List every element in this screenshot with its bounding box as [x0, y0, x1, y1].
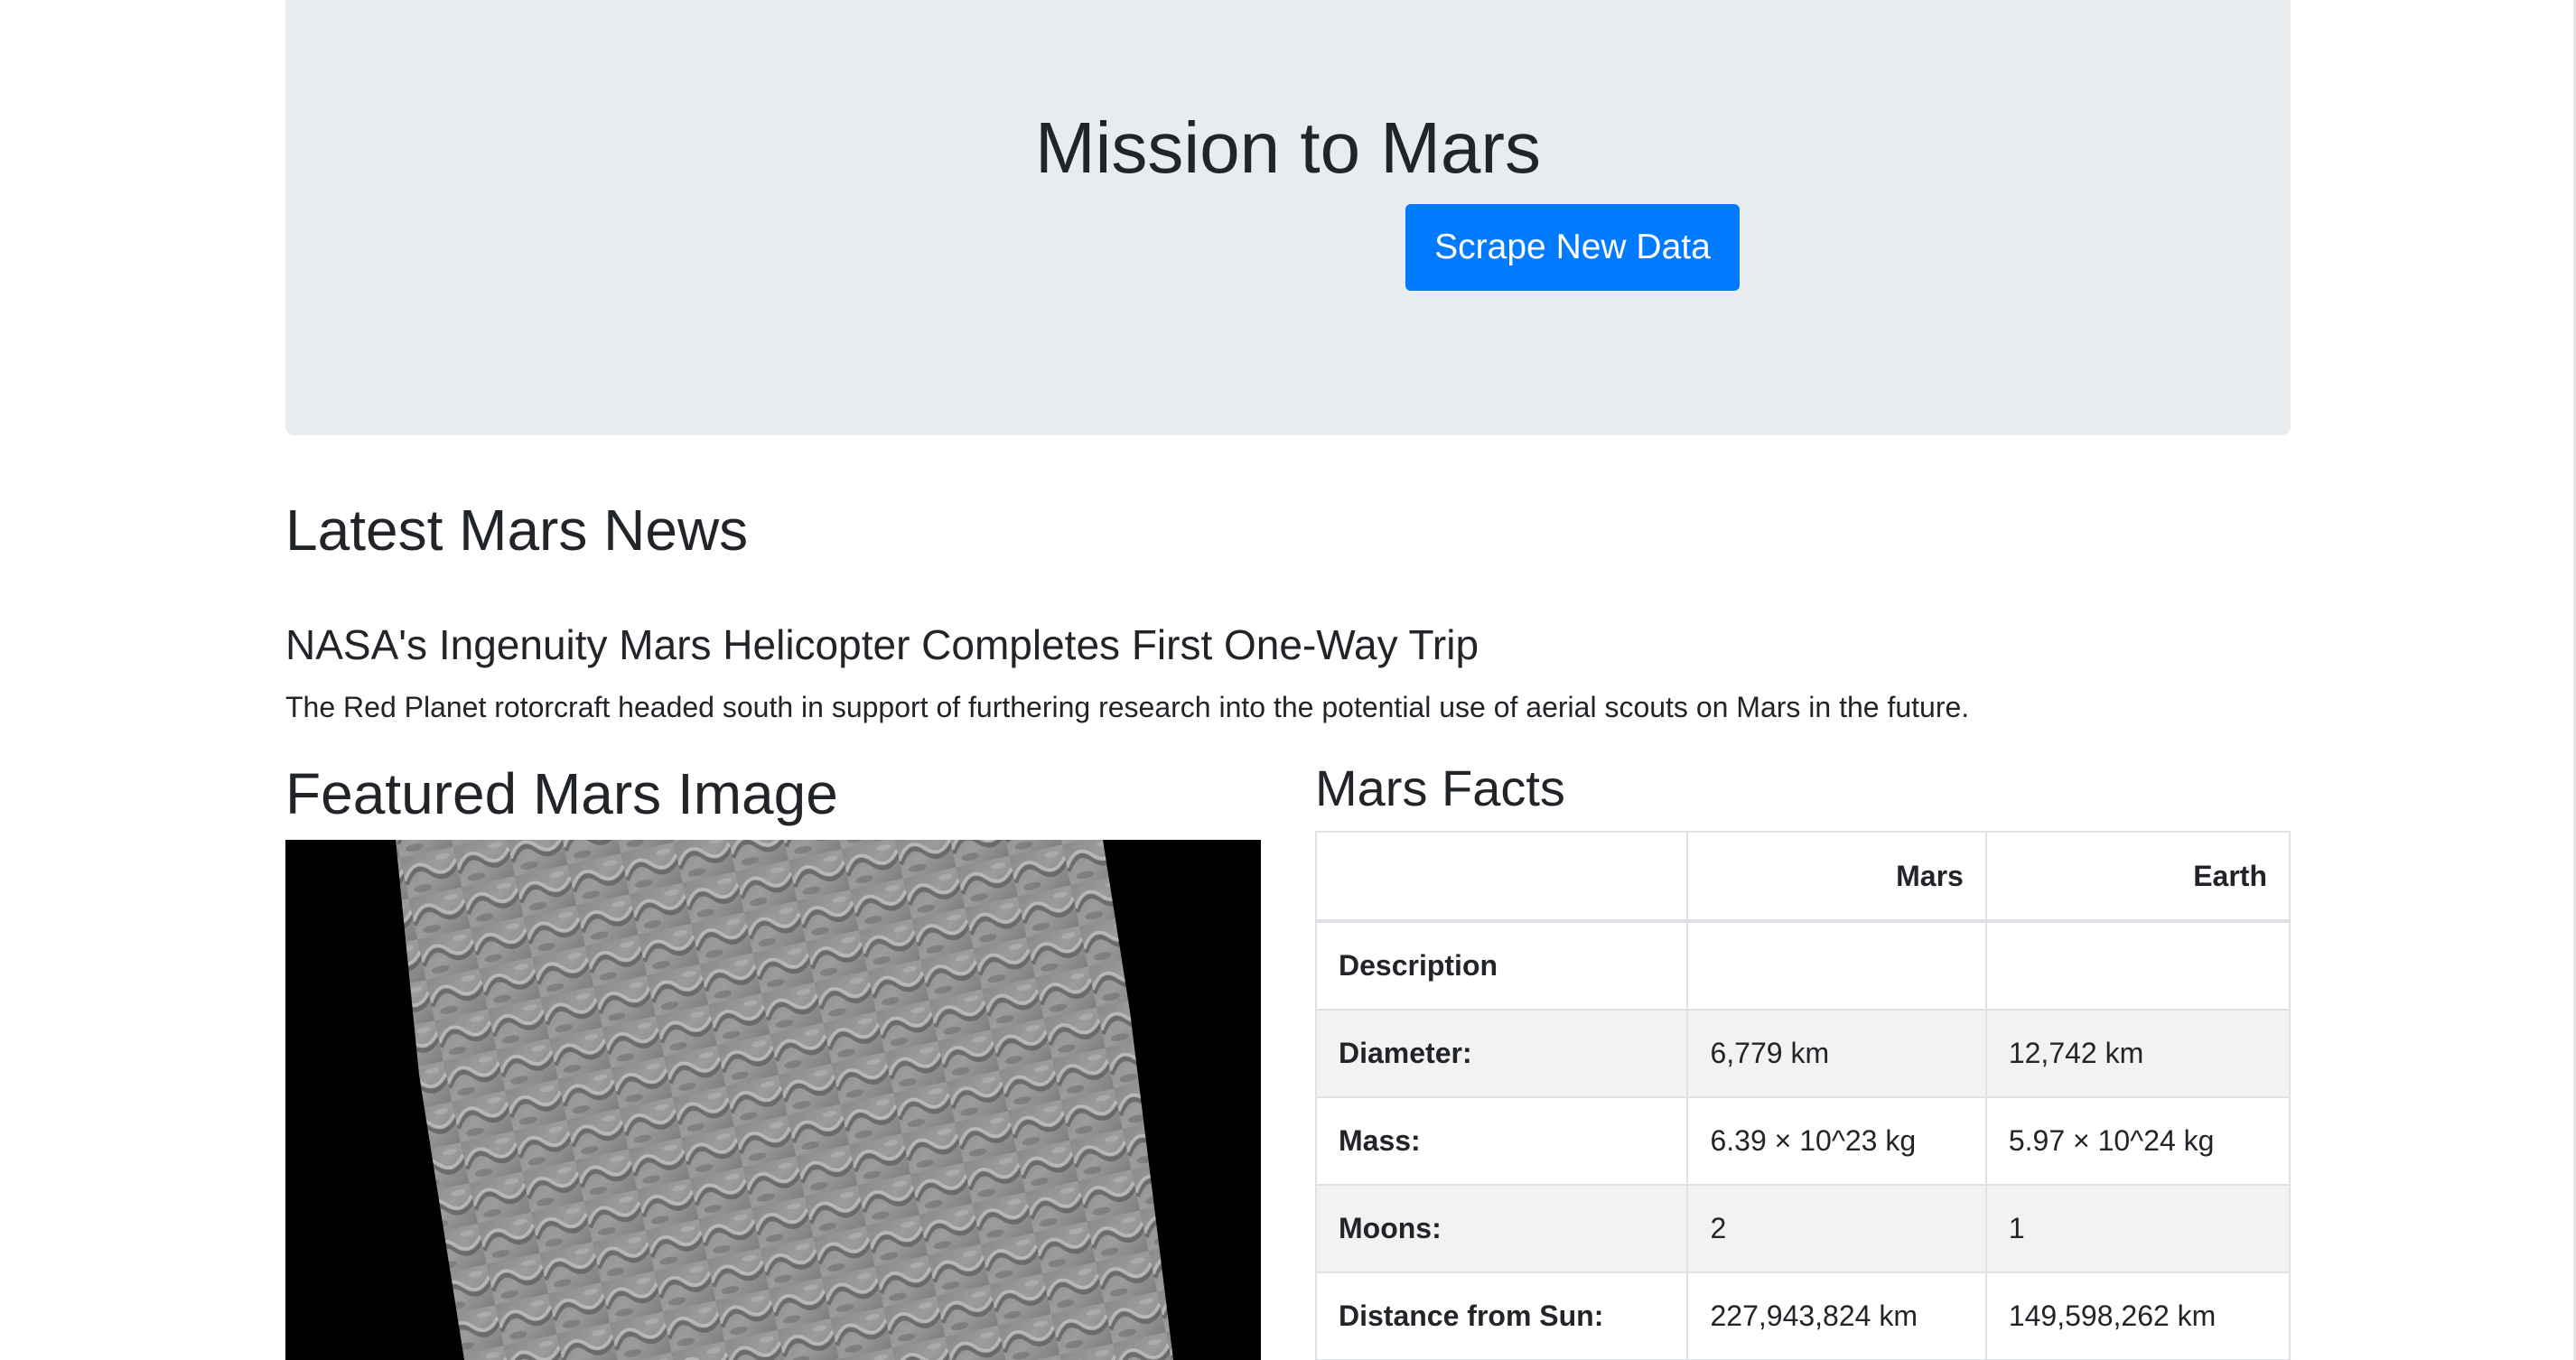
row-label: Description — [1314, 920, 1689, 1011]
row-label: Diameter: — [1314, 1009, 1689, 1098]
earth-value: 1 — [1984, 1184, 2291, 1273]
scrape-new-data-button[interactable]: Scrape New Data — [1405, 204, 1740, 291]
column-header-earth: Earth — [1984, 831, 2291, 923]
table-row: Mass: 6.39 × 10^23 kg 5.97 × 10^24 kg — [1314, 1096, 2291, 1186]
table-row: Distance from Sun: 227,943,824 km 149,59… — [1314, 1272, 2291, 1360]
column-header-mars: Mars — [1686, 831, 1987, 923]
earth-value: 5.97 × 10^24 kg — [1984, 1096, 2291, 1186]
table-row: Description — [1314, 920, 2291, 1011]
page: Mission to Mars Scrape New Data Latest M… — [0, 0, 2576, 1360]
mars-value — [1686, 920, 1987, 1011]
earth-value: 12,742 km — [1984, 1009, 2291, 1098]
row-label: Moons: — [1314, 1184, 1689, 1273]
mars-value: 227,943,824 km — [1686, 1272, 1987, 1360]
row-label: Distance from Sun: — [1314, 1272, 1689, 1360]
earth-value — [1984, 920, 2291, 1011]
featured-mars-image — [285, 840, 1261, 1360]
table-row: Moons: 2 1 — [1314, 1184, 2291, 1273]
page-title: Mission to Mars — [1034, 107, 1542, 188]
latest-news-heading: Latest Mars News — [285, 498, 749, 563]
row-label: Mass: — [1314, 1096, 1689, 1186]
jumbotron-header: Mission to Mars Scrape New Data — [285, 0, 2291, 435]
earth-value: 149,598,262 km — [1984, 1272, 2291, 1360]
mars-value: 6.39 × 10^23 kg — [1686, 1096, 1987, 1186]
table-header-row: Mars Earth — [1314, 831, 2291, 923]
mars-value: 2 — [1686, 1184, 1987, 1273]
mars-facts-table: Mars Earth Description Diameter: 6,779 k… — [1314, 831, 2291, 1360]
mars-value: 6,779 km — [1686, 1009, 1987, 1098]
mars-dunes-image — [285, 840, 1261, 1360]
column-header-label — [1314, 831, 1689, 923]
news-title: NASA's Ingenuity Mars Helicopter Complet… — [285, 621, 1479, 668]
featured-image-heading: Featured Mars Image — [285, 761, 838, 826]
table-row: Diameter: 6,779 km 12,742 km — [1314, 1009, 2291, 1098]
mars-facts-heading: Mars Facts — [1315, 759, 1565, 816]
news-teaser: The Red Planet rotorcraft headed south i… — [285, 691, 1970, 723]
